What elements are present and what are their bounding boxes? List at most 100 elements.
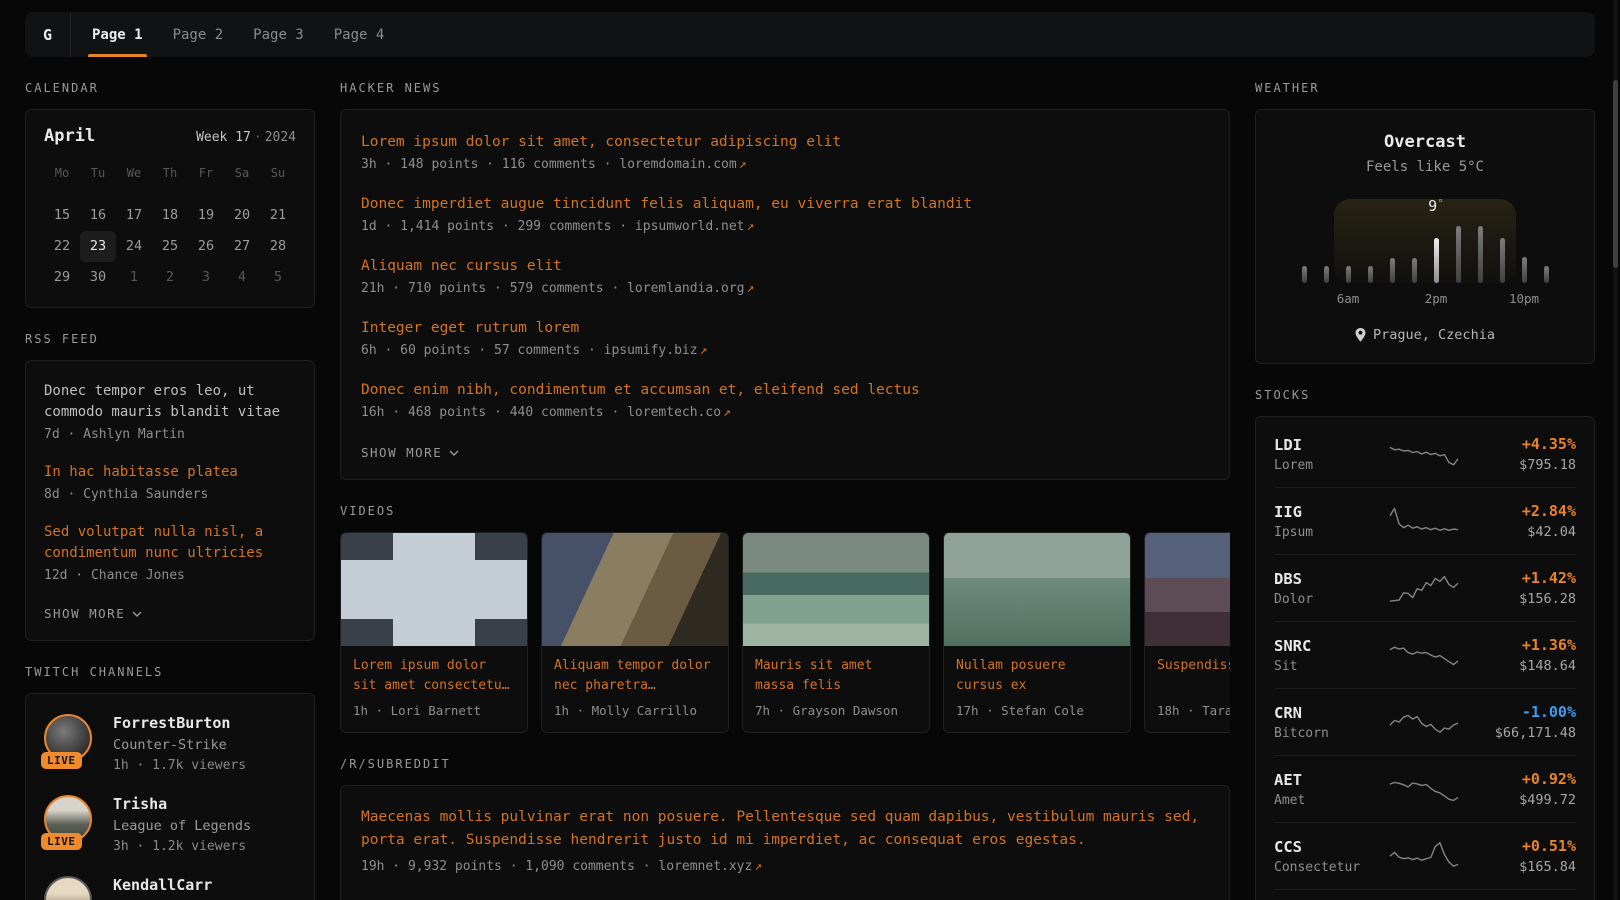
video-title-link[interactable]: Aliquam tempor dolor nec pharetra… [554, 656, 716, 696]
dot-separator: · [251, 130, 265, 145]
stock-change: -1.00% [1476, 703, 1576, 721]
weather-location-text: Prague, Czechia [1373, 327, 1495, 343]
calendar-widget: April Week 17·2024 Mo Tu We Th Fr Sa Su … [25, 109, 315, 308]
twitch-channel[interactable]: LIVE Trisha League of Legends 3h · 1.2k … [44, 795, 296, 854]
rss-item-link[interactable]: Donec tempor eros leo, ut commodo mauris… [44, 381, 296, 423]
stock-row[interactable]: SNRCSit +1.36%$148.64 [1274, 621, 1576, 688]
video-card[interactable]: Suspendisse diam 18h · Tara [1144, 532, 1230, 733]
video-card[interactable]: Mauris sit amet massa felis 7h · Grayson… [742, 532, 930, 733]
chevron-down-icon [449, 450, 459, 456]
calendar-day: 25 [152, 231, 188, 262]
stock-row[interactable]: CCSConsectetur +0.51%$165.84 [1274, 822, 1576, 889]
stock-row[interactable]: CRNBitcorn -1.00%$66,171.48 [1274, 688, 1576, 755]
weather-hour-bar [1346, 266, 1351, 283]
hn-show-more-button[interactable]: SHOW MORE [361, 445, 459, 460]
tab-page-4[interactable]: Page 4 [319, 12, 400, 57]
stock-row[interactable]: AETAmet +0.92%$499.72 [1274, 755, 1576, 822]
stock-change: +0.92% [1476, 770, 1576, 788]
video-meta: 7h · Grayson Dawson [755, 703, 917, 718]
hn-item: Lorem ipsum dolor sit amet, consectetur … [361, 132, 1209, 172]
tab-page-1[interactable]: Page 1 [77, 12, 158, 57]
video-thumbnail [743, 533, 929, 646]
section-title-twitch-channels: TWITCH CHANNELS [25, 665, 315, 679]
calendar-month: April [44, 126, 95, 146]
hn-item-link[interactable]: Integer eget rutrum lorem [361, 318, 1209, 339]
calendar-day-selected: 23 [80, 231, 116, 262]
twitch-channel[interactable]: LIVE ForrestBurton Counter-Strike 1h · 1… [44, 714, 296, 773]
twitch-channels-widget: LIVE ForrestBurton Counter-Strike 1h · 1… [25, 693, 315, 900]
rss-item: Sed volutpat nulla nisl, a condimentum n… [44, 522, 296, 583]
reddit-post-link[interactable]: Maecenas mollis pulvinar erat non posuer… [361, 806, 1209, 852]
stock-name: Consectetur [1274, 860, 1372, 875]
weekday-label: Su [260, 160, 296, 186]
stock-name: Ipsum [1274, 525, 1372, 540]
twitch-channel-info: Trisha League of Legends 3h · 1.2k viewe… [113, 795, 251, 854]
external-link-icon[interactable]: ↗ [737, 157, 747, 172]
weather-chart: 9° [1293, 199, 1557, 283]
external-link-icon[interactable]: ↗ [721, 405, 731, 420]
stock-ticker: CRN [1274, 704, 1372, 722]
video-title-link[interactable]: Suspendisse diam [1157, 656, 1230, 696]
stock-row[interactable]: IIGIpsum +2.84%$42.04 [1274, 487, 1576, 554]
twitch-channel-name: ForrestBurton [113, 714, 246, 732]
stock-ticker: DBS [1274, 570, 1372, 588]
weekday-label: Th [152, 160, 188, 186]
calendar-day-next-month: 1 [116, 262, 152, 293]
video-card[interactable]: Lorem ipsum dolor sit amet consectetu… 1… [340, 532, 528, 733]
hn-item-link[interactable]: Lorem ipsum dolor sit amet, consectetur … [361, 132, 1209, 153]
calendar-day-next-month: 2 [152, 262, 188, 293]
calendar-header: April Week 17·2024 [44, 126, 296, 146]
rss-item-link[interactable]: In hac habitasse platea [44, 462, 296, 483]
stock-row[interactable]: DBSDolor +1.42%$156.28 [1274, 554, 1576, 621]
external-link-icon[interactable]: ↗ [752, 859, 762, 874]
calendar-day: 30 [80, 262, 116, 293]
app-logo[interactable]: G [25, 12, 71, 57]
hn-item: Donec enim nibh, condimentum et accumsan… [361, 380, 1209, 420]
weather-hour-bar [1412, 258, 1417, 283]
weather-time-label: 10pm [1509, 291, 1539, 306]
stock-row[interactable]: AHS +0.46% [1274, 889, 1576, 900]
calendar-day: 17 [116, 200, 152, 231]
video-title-link[interactable]: Nullam posuere cursus ex [956, 656, 1118, 696]
stock-price: $156.28 [1476, 591, 1576, 607]
stock-change: +4.35% [1476, 435, 1576, 453]
video-title-link[interactable]: Mauris sit amet massa felis [755, 656, 917, 696]
hn-meta-text: 6h · 60 points · 57 comments · ipsumify.… [361, 343, 698, 358]
hn-item-link[interactable]: Aliquam nec cursus elit [361, 256, 1209, 277]
calendar-week-number: Week 17 [196, 130, 251, 145]
rss-show-more-button[interactable]: SHOW MORE [44, 606, 142, 621]
hacker-news-widget: Lorem ipsum dolor sit amet, consectetur … [340, 109, 1230, 480]
page-tabs: Page 1 Page 2 Page 3 Page 4 [71, 12, 399, 57]
hn-item-link[interactable]: Donec enim nibh, condimentum et accumsan… [361, 380, 1209, 401]
scrollbar-thumb[interactable] [1613, 80, 1618, 268]
weather-hour-bar [1522, 257, 1527, 283]
hn-item-meta: 1d · 1,414 points · 299 comments · ipsum… [361, 219, 1209, 234]
weather-hour-bar [1390, 258, 1395, 283]
stock-sparkline [1388, 705, 1460, 739]
tab-page-2[interactable]: Page 2 [158, 12, 239, 57]
twitch-channel-info: ForrestBurton Counter-Strike 1h · 1.7k v… [113, 714, 246, 773]
video-title-link[interactable]: Lorem ipsum dolor sit amet consectetu… [353, 656, 515, 696]
dashboard-content: CALENDAR April Week 17·2024 Mo Tu We Th … [25, 57, 1595, 900]
calendar-weekday-row: Mo Tu We Th Fr Sa Su [44, 160, 296, 186]
twitch-channel[interactable]: KendallCarr [44, 876, 296, 900]
hn-item-link[interactable]: Donec imperdiet augue tincidunt felis al… [361, 194, 1209, 215]
tab-page-3[interactable]: Page 3 [238, 12, 319, 57]
stock-price: $165.84 [1476, 859, 1576, 875]
external-link-icon[interactable]: ↗ [745, 281, 755, 296]
external-link-icon[interactable]: ↗ [698, 343, 708, 358]
external-link-icon[interactable]: ↗ [745, 219, 755, 234]
page-scrollbar[interactable] [1613, 0, 1618, 900]
stock-change: +1.36% [1476, 636, 1576, 654]
stock-name: Lorem [1274, 458, 1372, 473]
video-thumbnail [542, 533, 728, 646]
video-card[interactable]: Nullam posuere cursus ex 17h · Stefan Co… [943, 532, 1131, 733]
section-title-videos: VIDEOS [340, 504, 1230, 518]
stock-sparkline [1388, 638, 1460, 672]
video-card-body: Suspendisse diam 18h · Tara [1145, 646, 1230, 732]
stock-price: $795.18 [1476, 457, 1576, 473]
rss-item-link[interactable]: Sed volutpat nulla nisl, a condimentum n… [44, 522, 296, 564]
stock-row[interactable]: LDILorem +4.35%$795.18 [1274, 421, 1576, 487]
rss-item: Donec tempor eros leo, ut commodo mauris… [44, 381, 296, 442]
video-card[interactable]: Aliquam tempor dolor nec pharetra… 1h · … [541, 532, 729, 733]
